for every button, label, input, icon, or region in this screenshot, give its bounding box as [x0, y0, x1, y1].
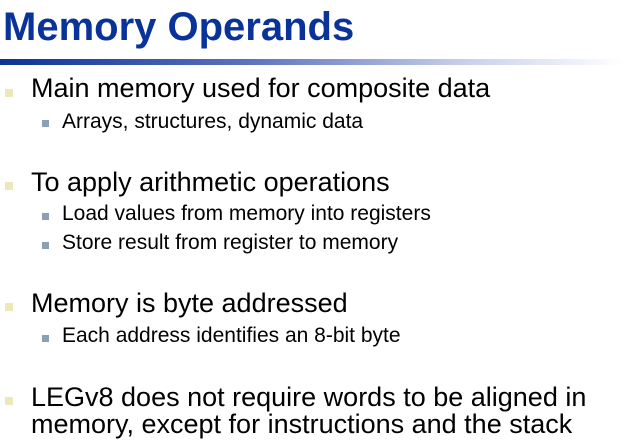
- bullet-text: To apply arithmetic operations: [31, 167, 390, 197]
- bullet-text-line-2: memory, except for instructions and the …: [31, 409, 573, 439]
- bullet-text: Memory is byte addressed: [31, 288, 348, 318]
- slide: Memory Operands Main memory used for com…: [0, 0, 624, 446]
- sub-bullet-text: Arrays, structures, dynamic data: [62, 110, 364, 133]
- sub-bullet-square-icon: [42, 242, 49, 249]
- sub-bullet-square-icon: [42, 120, 49, 127]
- sub-bullet-text: Store result from register to memory: [62, 231, 399, 254]
- bullet-text: Main memory used for composite data: [31, 73, 491, 103]
- slide-title: Memory Operands: [3, 5, 355, 49]
- bullet-square-icon: [5, 182, 13, 190]
- sub-bullet-square-icon: [42, 335, 49, 342]
- sub-bullet-text: Each address identifies an 8-bit byte: [62, 324, 401, 347]
- sub-bullet-text: Load values from memory into registers: [62, 202, 431, 225]
- sub-bullet-square-icon: [42, 213, 49, 220]
- bullet-square-icon: [5, 89, 13, 97]
- title-underline: [0, 59, 624, 65]
- bullet-square-icon: [5, 303, 13, 311]
- bullet-square-icon: [5, 397, 13, 405]
